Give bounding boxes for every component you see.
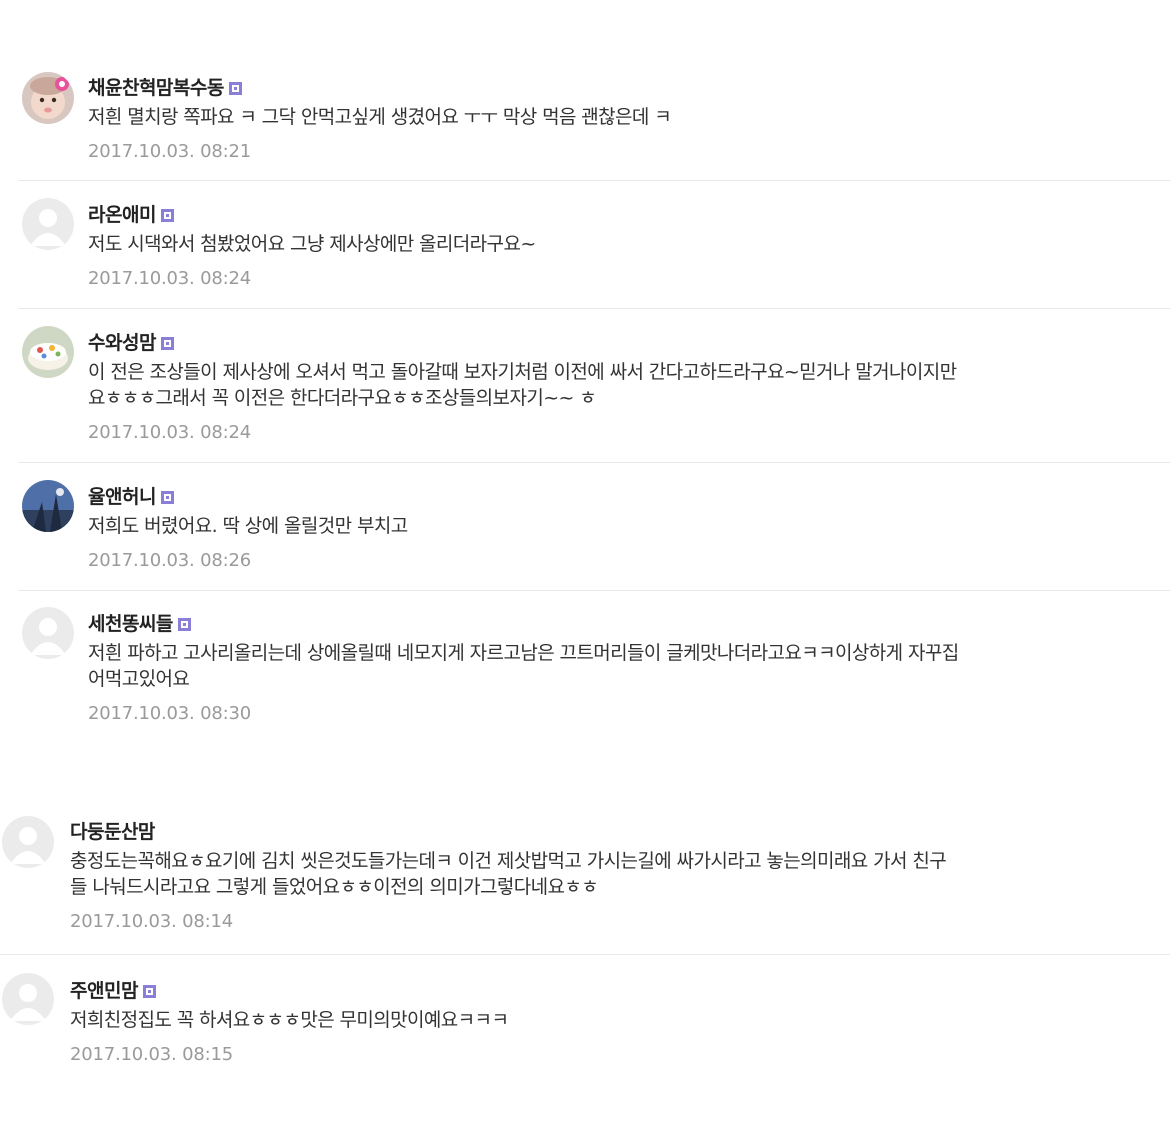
baby-photo-avatar-icon[interactable] <box>22 72 74 124</box>
nickname[interactable]: 주앤민맘 <box>70 976 138 1003</box>
comment-text-line: 들 나눠드시라고요 그렇게 들었어요ㅎㅎ이전의 의미가그렇다네요ㅎㅎ <box>70 876 599 898</box>
nickname[interactable]: 수와성맘 <box>88 328 156 355</box>
default-user-icon[interactable] <box>2 973 54 1025</box>
comment-text-line: 저희친정집도 꼭 하셔요ㅎㅎㅎ맛은 무미의맛이예요ㅋㅋㅋ <box>70 1009 509 1031</box>
level-badge-icon <box>160 207 174 222</box>
nickname-row: 채윤찬혁맘복수동 <box>88 72 671 100</box>
nickname-row: 주앤민맘 <box>70 975 508 1003</box>
default-user-icon[interactable] <box>22 607 74 659</box>
comment-text: 이 전은 조상들이 제사상에 오셔서 먹고 돌아갈때 보자기처럼 이전에 싸서 … <box>88 359 957 411</box>
nickname-row: 율앤허니 <box>88 481 408 509</box>
divider <box>18 308 1170 309</box>
level-badge-icon <box>142 983 156 998</box>
level-badge-icon <box>177 616 191 631</box>
comment-body: 세천똥씨들 저흰 파하고 고사리올리는데 상에올릴때 네모지게 자르고남은 끄트… <box>88 608 959 725</box>
comment-date: 2017.10.03. 08:21 <box>88 141 251 162</box>
divider <box>0 954 1170 955</box>
comment-text-line: 저흰 멸치랑 쪽파요 ㅋ 그닥 안먹고싶게 생겼어요 ㅜㅜ 막상 먹음 괜찮은데… <box>88 106 672 128</box>
cake-photo-avatar-icon[interactable] <box>22 326 74 378</box>
default-user-icon[interactable] <box>22 198 74 250</box>
comment-text-line: 저도 시댁와서 첨봤었어요 그냥 제사상에만 올리더라구요~ <box>88 233 536 255</box>
comment-body: 라온애미 저도 시댁와서 첨봤었어요 그냥 제사상에만 올리더라구요~ 2017… <box>88 199 536 290</box>
comment-date: 2017.10.03. 08:24 <box>88 422 251 443</box>
comment-body: 채윤찬혁맘복수동 저흰 멸치랑 쪽파요 ㅋ 그닥 안먹고싶게 생겼어요 ㅜㅜ 막… <box>88 72 672 163</box>
comment-text-line: 요ㅎㅎㅎ그래서 꼭 이전은 한다더라구요ㅎㅎ조상들의보자기~~ ㅎ <box>88 387 597 409</box>
comment-text: 저도 시댁와서 첨봤었어요 그냥 제사상에만 올리더라구요~ <box>88 231 536 257</box>
comment-text-line: 저희도 버렸어요. 딱 상에 올릴것만 부치고 <box>88 515 408 537</box>
comment-text-line: 충정도는꼭해요ㅎ요기에 김치 씻은것도들가는데ㅋ 이건 제삿밥먹고 가시는길에 … <box>70 850 947 872</box>
comment-text: 충정도는꼭해요ㅎ요기에 김치 씻은것도들가는데ㅋ 이건 제삿밥먹고 가시는길에 … <box>70 848 947 900</box>
nickname-row: 라온애미 <box>88 199 536 227</box>
comment-date: 2017.10.03. 08:26 <box>88 550 251 571</box>
divider <box>18 462 1170 463</box>
comment-date: 2017.10.03. 08:14 <box>70 911 233 932</box>
level-badge-icon <box>160 489 174 504</box>
comment-text-line: 어먹고있어요 <box>88 668 190 690</box>
nickname[interactable]: 다둥둔산맘 <box>70 817 155 844</box>
divider <box>18 180 1170 181</box>
nickname-row: 다둥둔산맘 <box>70 816 946 844</box>
level-badge-icon <box>228 80 242 95</box>
comment-text-line: 저흰 파하고 고사리올리는데 상에올릴때 네모지게 자르고남은 끄트머리들이 글… <box>88 642 959 664</box>
comment-date: 2017.10.03. 08:24 <box>88 268 251 289</box>
comment-body: 수와성맘 이 전은 조상들이 제사상에 오셔서 먹고 돌아갈때 보자기처럼 이전… <box>88 327 957 444</box>
comment-body: 주앤민맘 저희친정집도 꼭 하셔요ㅎㅎㅎ맛은 무미의맛이예요ㅋㅋㅋ 2017.1… <box>70 975 509 1066</box>
comment-date: 2017.10.03. 08:30 <box>88 703 251 724</box>
sky-photo-avatar-icon[interactable] <box>22 480 74 532</box>
comment-text: 저희친정집도 꼭 하셔요ㅎㅎㅎ맛은 무미의맛이예요ㅋㅋㅋ <box>70 1007 509 1033</box>
nickname[interactable]: 율앤허니 <box>88 482 156 509</box>
comment-date: 2017.10.03. 08:15 <box>70 1044 233 1065</box>
divider <box>18 590 1170 591</box>
nickname[interactable]: 세천똥씨들 <box>88 609 173 636</box>
default-user-icon[interactable] <box>2 816 54 868</box>
comment-text: 저흰 멸치랑 쪽파요 ㅋ 그닥 안먹고싶게 생겼어요 ㅜㅜ 막상 먹음 괜찮은데… <box>88 104 672 130</box>
nickname-row: 세천똥씨들 <box>88 608 959 636</box>
comment-body: 다둥둔산맘 충정도는꼭해요ㅎ요기에 김치 씻은것도들가는데ㅋ 이건 제삿밥먹고 … <box>70 816 947 933</box>
nickname[interactable]: 채윤찬혁맘복수동 <box>88 73 224 100</box>
comment-text: 저흰 파하고 고사리올리는데 상에올릴때 네모지게 자르고남은 끄트머리들이 글… <box>88 640 959 692</box>
nickname[interactable]: 라온애미 <box>88 200 156 227</box>
comment-body: 율앤허니 저희도 버렸어요. 딱 상에 올릴것만 부치고 2017.10.03.… <box>88 481 408 572</box>
level-badge-icon <box>160 335 174 350</box>
comment-text: 저희도 버렸어요. 딱 상에 올릴것만 부치고 <box>88 513 408 539</box>
comment-text-line: 이 전은 조상들이 제사상에 오셔서 먹고 돌아갈때 보자기처럼 이전에 싸서 … <box>88 361 957 383</box>
nickname-row: 수와성맘 <box>88 327 957 355</box>
